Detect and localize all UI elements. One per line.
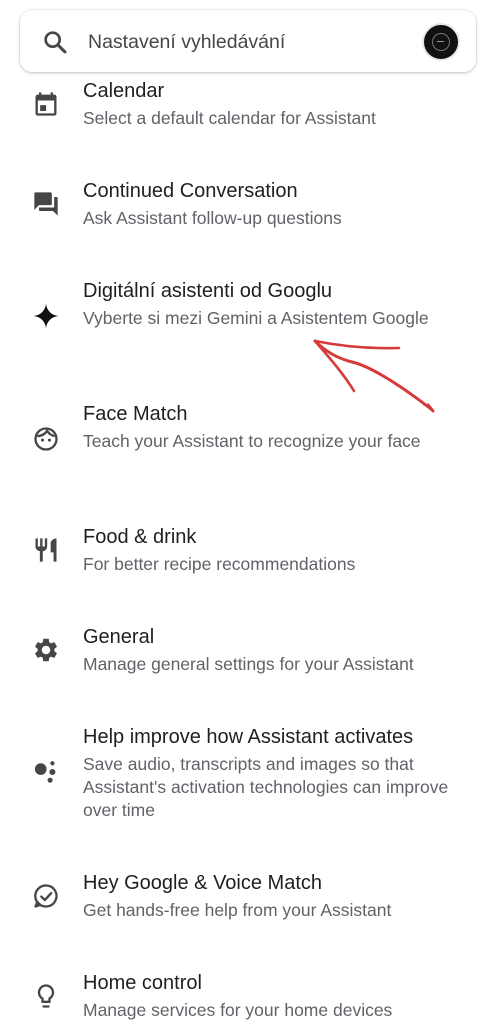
setting-subtitle: Save audio, transcripts and images so th… — [83, 754, 449, 820]
setting-title: Food & drink — [83, 526, 197, 548]
search-icon[interactable] — [41, 28, 69, 56]
setting-title: Digitální asistenti od Googlu — [83, 280, 333, 302]
face-icon — [32, 425, 60, 453]
setting-title: General — [83, 626, 155, 648]
setting-subtitle: Ask Assistant follow-up questions — [83, 208, 342, 228]
setting-subtitle: Get hands-free help from your Assistant — [83, 900, 392, 920]
setting-subtitle: Teach your Assistant to recognize your f… — [83, 431, 421, 451]
calendar-icon — [32, 90, 60, 118]
setting-title: Calendar — [83, 80, 165, 102]
setting-title: Hey Google & Voice Match — [83, 872, 323, 894]
setting-subtitle: Select a default calendar for Assistant — [83, 108, 376, 128]
search-input[interactable]: Nastavení vyhledávání — [88, 28, 285, 56]
assistant-dots-icon — [32, 758, 60, 786]
gear-icon — [32, 636, 60, 664]
chat-icon — [32, 190, 60, 218]
setting-subtitle: Manage services for your home devices — [83, 1000, 393, 1020]
setting-subtitle: Vyberte si mezi Gemini a Asistentem Goog… — [83, 308, 429, 328]
avatar-image — [432, 33, 450, 51]
restaurant-icon — [32, 536, 60, 564]
setting-title: Help improve how Assistant activates — [83, 726, 414, 748]
setting-title: Face Match — [83, 403, 188, 425]
settings-list: Calendar Select a default calendar for A… — [0, 0, 497, 1024]
sparkle-icon — [32, 302, 60, 330]
lightbulb-icon — [32, 982, 60, 1010]
setting-subtitle: Manage general settings for your Assista… — [83, 654, 414, 674]
voice-match-icon — [32, 882, 60, 910]
setting-title: Home control — [83, 972, 202, 994]
account-avatar[interactable] — [422, 23, 460, 61]
setting-subtitle: For better recipe recommendations — [83, 554, 356, 574]
setting-title: Continued Conversation — [83, 180, 298, 202]
